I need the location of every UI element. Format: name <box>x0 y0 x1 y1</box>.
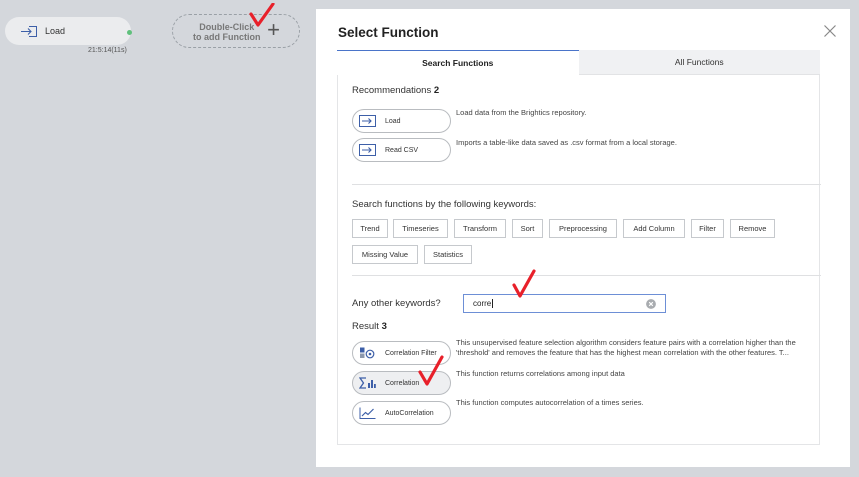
keyword-preprocessing[interactable]: Preprocessing <box>549 219 617 238</box>
correlation-filter-icon <box>360 347 375 359</box>
keyword-transform[interactable]: Transform <box>454 219 506 238</box>
keyword-timeseries[interactable]: Timeseries <box>393 219 448 238</box>
section-divider <box>352 184 821 185</box>
dialog-title: Select Function <box>338 25 439 40</box>
function-description: Load data from the Brightics repository. <box>456 108 587 117</box>
keyword-remove[interactable]: Remove <box>730 219 775 238</box>
red-check-annotation-icon <box>512 269 536 298</box>
search-functions-panel: Recommendations 2 Load Load data from th… <box>337 75 821 445</box>
sigma-chart-icon <box>359 377 376 389</box>
function-description: This function computes autocorrelation o… <box>456 398 644 407</box>
other-keywords-label: Any other keywords? <box>352 298 441 309</box>
function-description: Imports a table-like data saved as .csv … <box>456 138 677 147</box>
line-chart-icon <box>359 407 376 419</box>
result-heading: Result 3 <box>352 321 387 332</box>
function-button-read-csv[interactable]: Read CSV <box>352 138 451 162</box>
search-input-value: corre <box>473 299 494 309</box>
arrow-into-box-icon <box>359 144 376 156</box>
keyword-add-column[interactable]: Add Column <box>623 219 685 238</box>
keyword-sort[interactable]: Sort <box>512 219 543 238</box>
keyword-search-input[interactable]: corre <box>463 294 666 313</box>
function-description: This function returns correlations among… <box>456 369 625 378</box>
clear-icon[interactable] <box>646 299 656 309</box>
keyword-filter[interactable]: Filter <box>691 219 724 238</box>
load-node-label: Load <box>45 26 66 36</box>
red-check-annotation-icon <box>418 355 444 386</box>
keyword-trend[interactable]: Trend <box>352 219 388 238</box>
keyword-missing-value[interactable]: Missing Value <box>352 245 418 264</box>
red-check-annotation-icon <box>249 3 275 27</box>
function-button-load[interactable]: Load <box>352 109 451 133</box>
arrow-into-box-icon <box>359 115 376 127</box>
function-description: This unsupervised feature selection algo… <box>456 338 796 357</box>
function-button-autocorrelation[interactable]: AutoCorrelation <box>352 401 451 425</box>
tab-all-functions[interactable]: All Functions <box>578 50 820 75</box>
close-icon[interactable] <box>823 24 837 38</box>
select-function-dialog: Select Function Search Functions All Fun… <box>316 9 850 467</box>
tab-search-functions[interactable]: Search Functions <box>337 50 579 75</box>
status-dot <box>127 30 132 35</box>
recommendations-heading: Recommendations 2 <box>352 85 440 96</box>
add-function-node[interactable]: Double-Click to add Function + <box>172 14 300 48</box>
arrow-into-box-icon <box>21 25 37 37</box>
function-tabs: Search Functions All Functions <box>337 50 820 75</box>
load-node[interactable]: Load <box>5 17 132 45</box>
section-divider <box>352 275 821 276</box>
keywords-heading: Search functions by the following keywor… <box>352 199 537 210</box>
load-node-time: 21:5:14(11s) <box>88 47 127 54</box>
keyword-statistics[interactable]: Statistics <box>424 245 472 264</box>
